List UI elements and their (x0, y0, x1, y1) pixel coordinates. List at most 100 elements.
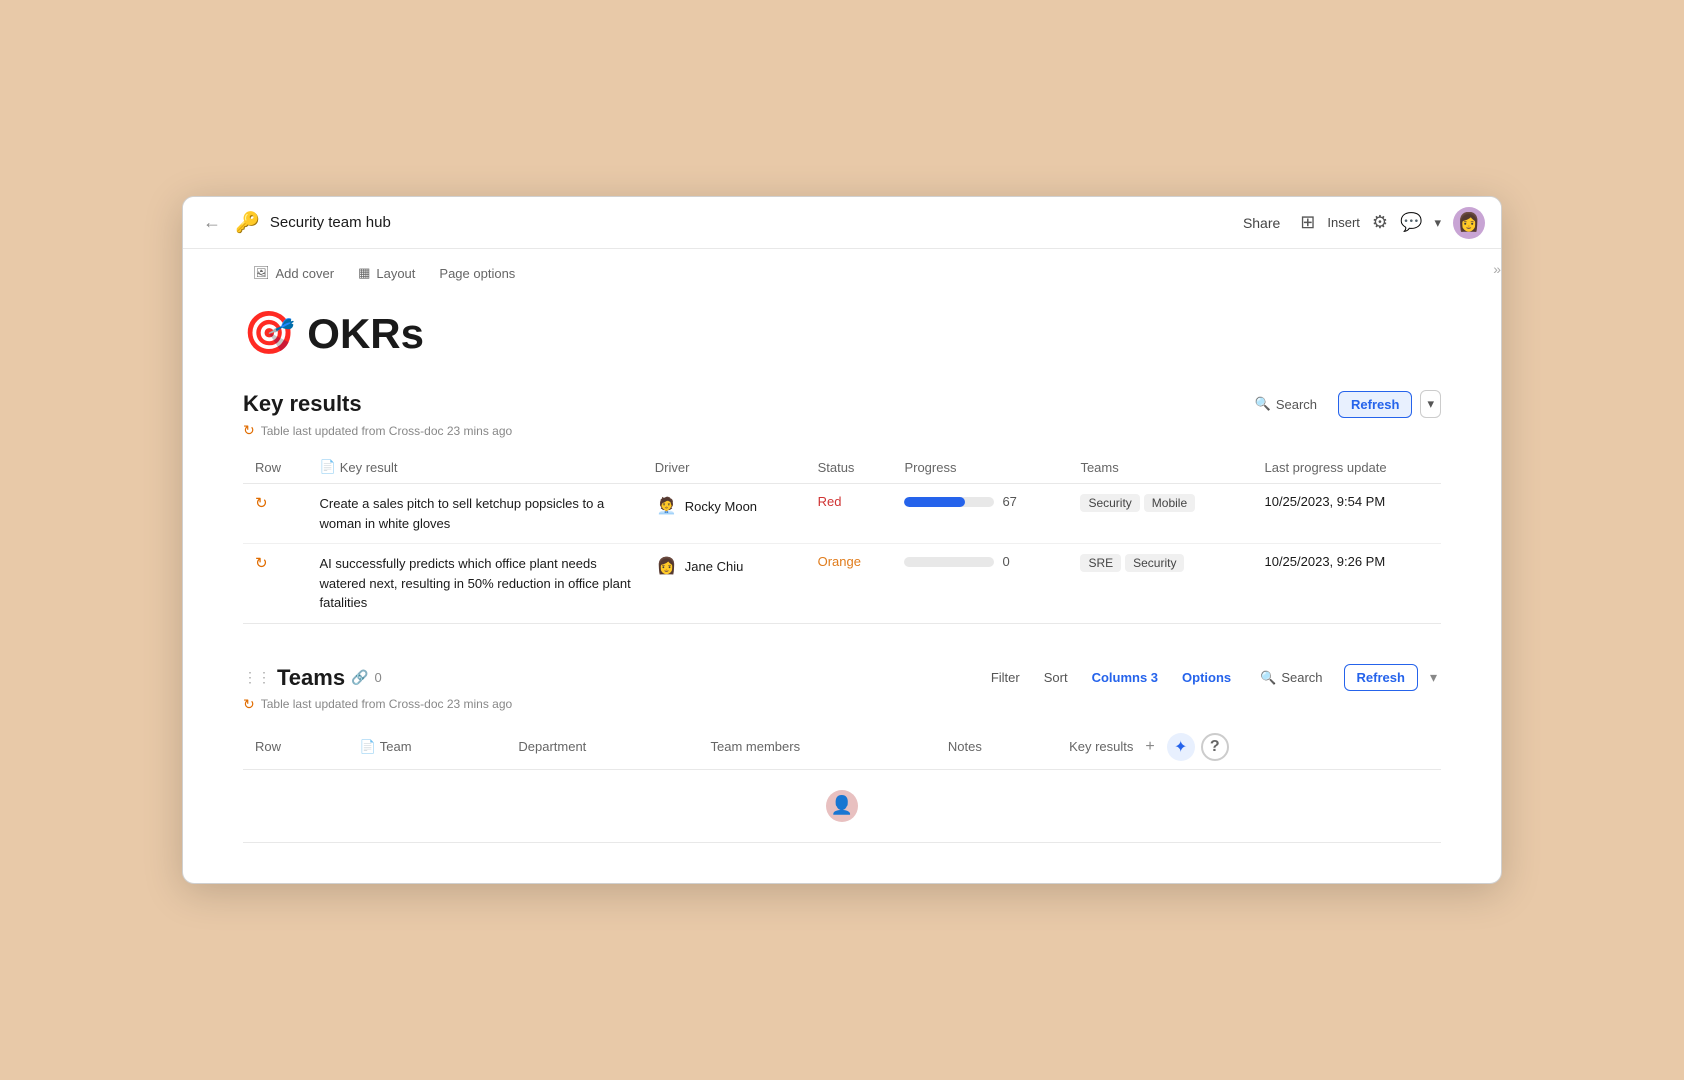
last-update-cell: 10/25/2023, 9:26 PM (1252, 544, 1441, 624)
teams-options-button[interactable]: Options (1174, 666, 1239, 689)
driver-cell: 🧑‍💼Rocky Moon (643, 484, 806, 544)
teams-filter-button[interactable]: Filter (983, 666, 1028, 689)
team-tag[interactable]: Mobile (1144, 494, 1195, 512)
image-icon: 🖼 (253, 265, 270, 281)
teams-count: 0 (375, 670, 382, 685)
teams-link-icon: 🔗 (351, 669, 368, 686)
col-key-result: 📄 Key result (308, 451, 643, 484)
teams-columns-button[interactable]: Columns 3 (1084, 666, 1166, 689)
progress-number: 67 (1002, 494, 1016, 509)
driver-cell: 👩 Jane Chiu (643, 544, 806, 624)
status-cell: Orange (806, 544, 893, 624)
col-row: Row (243, 451, 308, 484)
table-row: ↻ Create a sales pitch to sell ketchup po… (243, 484, 1441, 544)
titlebar-left: ← 🔑 Security team hub (199, 208, 1235, 237)
teams-title-row: ⋮⋮ Teams 🔗 0 (243, 665, 382, 691)
key-results-actions: 🔍 Search Refresh ▾ (1242, 390, 1441, 418)
key-result-col-icon: 📄 (320, 459, 336, 475)
insert-label[interactable]: Insert (1327, 215, 1360, 230)
okr-title: OKRs (307, 310, 424, 358)
teams-help-icon[interactable]: ? (1201, 733, 1229, 761)
key-results-title: Key results (243, 391, 362, 417)
teams-drag-handle[interactable]: ⋮⋮ (243, 669, 271, 686)
teams-table: Row 📄 Team Department Team members Notes (243, 725, 1441, 843)
teams-header: ⋮⋮ Teams 🔗 0 Filter Sort Columns 3 Optio… (243, 664, 1441, 692)
section-title-wrap: Key results (243, 391, 362, 417)
key-results-updated-row: ↻ Table last updated from Cross-doc 23 m… (243, 422, 1441, 439)
page-controls: 🖼 Add cover ▦ Layout Page options (243, 249, 1441, 293)
col-teams: Teams (1068, 451, 1252, 484)
teams-cell: SRESecurity (1068, 544, 1252, 624)
okr-heading: 🎯 OKRs (243, 309, 1441, 358)
page-icon: 🔑 (235, 210, 260, 235)
key-results-dropdown-button[interactable]: ▾ (1420, 390, 1441, 418)
key-results-table: Row 📄 Key result Driver Status Progress … (243, 451, 1441, 624)
back-button[interactable]: ← (199, 208, 225, 237)
key-results-refresh-button[interactable]: Refresh (1338, 391, 1412, 418)
teams-col-row: Row (243, 725, 348, 770)
last-update-cell: 10/25/2023, 9:54 PM (1252, 484, 1441, 544)
page-options-button[interactable]: Page options (429, 262, 525, 285)
teams-refresh-button[interactable]: Refresh (1344, 664, 1418, 691)
insert-icon[interactable]: ⊞ (1300, 212, 1315, 233)
key-result-cell: AI successfully predicts which office pl… (308, 544, 643, 624)
col-status: Status (806, 451, 893, 484)
teams-cell: Security Mobile (1068, 484, 1252, 544)
driver-name: Jane Chiu (685, 559, 744, 574)
teams-search-icon: 🔍 (1260, 670, 1276, 686)
progress-fill (904, 497, 964, 507)
titlebar: ← 🔑 Security team hub Share ⊞ Insert ⚙ 💬… (183, 197, 1501, 249)
search-icon: 🔍 (1255, 396, 1271, 412)
teams-add-column-button[interactable]: + (1139, 736, 1160, 758)
team-tag[interactable]: Security (1125, 554, 1184, 572)
page-title: Security team hub (270, 214, 391, 231)
row-sync-icon: ↻ (255, 495, 268, 512)
col-driver: Driver (643, 451, 806, 484)
key-results-header: Key results 🔍 Search Refresh ▾ (243, 390, 1441, 418)
sync-icon: ↻ (243, 422, 255, 439)
comment-icon[interactable]: 💬 (1400, 212, 1422, 233)
teams-table-row-placeholder: 👤 (243, 769, 1441, 842)
teams-sort-button[interactable]: Sort (1036, 666, 1076, 689)
team-tag[interactable]: SRE (1080, 554, 1121, 572)
teams-search-button[interactable]: 🔍 Search (1247, 664, 1335, 692)
progress-track (904, 557, 994, 567)
teams-dropdown-button[interactable]: ▾ (1426, 667, 1441, 688)
driver-avatar: 🧑‍💼 (655, 494, 679, 518)
teams-table-header: Row 📄 Team Department Team members Notes (243, 725, 1441, 770)
row-sync-icon: ↻ (255, 555, 268, 572)
key-results-section: Key results 🔍 Search Refresh ▾ ↻ Table l… (243, 390, 1441, 624)
key-results-table-header: Row 📄 Key result Driver Status Progress … (243, 451, 1441, 484)
status-badge: Orange (818, 554, 861, 569)
status-cell: Red (806, 484, 893, 544)
team-tag[interactable]: Security (1080, 494, 1139, 512)
teams-updated-row: ↻ Table last updated from Cross-doc 23 m… (243, 696, 1441, 713)
table-row: ↻ AI successfully predicts which office p… (243, 544, 1441, 624)
teams-section: ⋮⋮ Teams 🔗 0 Filter Sort Columns 3 Optio… (243, 664, 1441, 843)
right-panel-toggle[interactable]: » (1493, 261, 1501, 279)
key-results-updated-text: Table last updated from Cross-doc 23 min… (261, 424, 512, 438)
teams-col-notes: Notes (936, 725, 1057, 770)
progress-bar-wrap: 0 (904, 554, 1056, 569)
okr-emoji: 🎯 (243, 309, 295, 358)
avatar[interactable]: 👩 (1453, 207, 1485, 239)
progress-bar-wrap: 67 (904, 494, 1056, 509)
share-button[interactable]: Share (1235, 211, 1288, 235)
teams-expand-icon[interactable]: ✦ (1167, 733, 1195, 761)
add-cover-button[interactable]: 🖼 Add cover (243, 261, 344, 285)
teams-col-team: 📄 Team (348, 725, 507, 770)
settings-icon[interactable]: ⚙ (1372, 212, 1388, 233)
layout-button[interactable]: ▦ Layout (348, 261, 425, 285)
layout-icon: ▦ (358, 265, 370, 281)
col-last-update: Last progress update (1252, 451, 1441, 484)
titlebar-right: Share ⊞ Insert ⚙ 💬 ▾ 👩 (1235, 207, 1485, 239)
key-result-cell: Create a sales pitch to sell ketchup pop… (308, 484, 643, 544)
teams-updated-text: Table last updated from Cross-doc 23 min… (261, 697, 512, 711)
teams-title: Teams (277, 665, 345, 691)
driver-avatar: 👩 (655, 554, 679, 578)
row-icon-cell: ↻ (243, 544, 308, 624)
row-icon-cell: ↻ (243, 484, 308, 544)
chevron-down-icon[interactable]: ▾ (1434, 215, 1441, 231)
progress-number: 0 (1002, 554, 1009, 569)
key-results-search-button[interactable]: 🔍 Search (1242, 390, 1330, 418)
